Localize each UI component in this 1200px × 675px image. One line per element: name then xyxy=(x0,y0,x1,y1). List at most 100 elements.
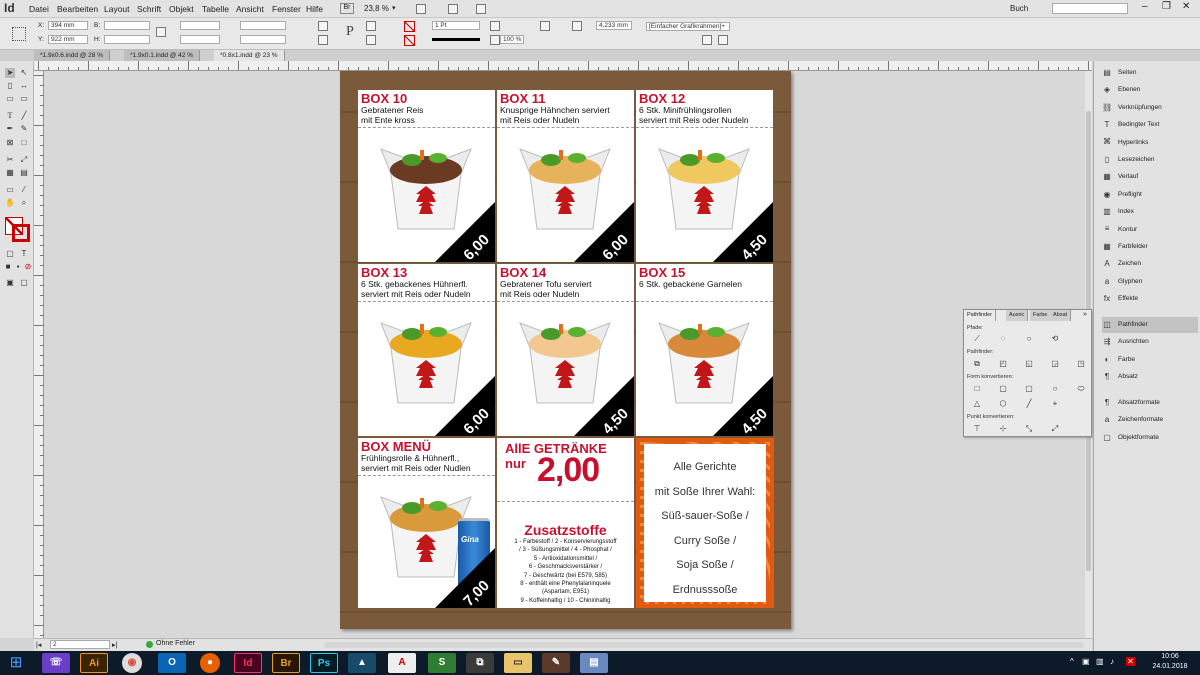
select-content-icon[interactable] xyxy=(366,35,376,45)
rectangle-frame-tool-icon[interactable]: ⊠ xyxy=(5,138,15,148)
menu-schrift[interactable]: Schrift xyxy=(137,4,161,14)
rectangle-tool-icon[interactable]: □ xyxy=(19,138,29,148)
panel-pathfinder[interactable]: ◫ Pathfinder xyxy=(1102,317,1198,333)
stroke-none-icon[interactable] xyxy=(404,35,415,46)
selection-tool-icon[interactable]: ➤ xyxy=(5,68,15,78)
panel-glyphen[interactable]: a Glyphen xyxy=(1102,274,1198,290)
direct-selection-tool-icon[interactable]: ↖ xyxy=(19,68,29,78)
panel-effekte[interactable]: fx Effekte xyxy=(1102,291,1198,307)
screen-mode-icon[interactable] xyxy=(448,4,458,14)
convert-orthogonal-line-icon[interactable]: + xyxy=(1050,399,1060,408)
chevron-down-icon[interactable]: ▾ xyxy=(392,4,396,12)
clock-date[interactable]: 24.01.2018 xyxy=(1146,663,1194,670)
panel-ebenen[interactable]: ◈ Ebenen xyxy=(1102,82,1198,98)
bridge-icon[interactable]: Br xyxy=(340,3,354,14)
y-field[interactable]: 922 mm xyxy=(48,35,88,44)
page-tool-icon[interactable]: ▯ xyxy=(5,81,15,91)
effects-icon[interactable] xyxy=(490,35,500,45)
convert-rectangle-icon[interactable]: □ xyxy=(972,384,982,393)
note-tool-icon[interactable]: ▭ xyxy=(5,185,15,195)
notepad-icon[interactable]: ▤ xyxy=(580,653,608,673)
panel-kontur[interactable]: ≡ Kontur xyxy=(1102,222,1198,238)
menu-box-card[interactable]: BOX 11 Knusprige Hähnchen serviert mit Rei… xyxy=(497,90,634,264)
panel-farbe[interactable]: ◐ Farbe xyxy=(1102,352,1198,368)
x-field[interactable]: 394 mm xyxy=(48,21,88,30)
height-field[interactable] xyxy=(104,35,150,44)
stroke-weight-field[interactable]: 1 Pt xyxy=(432,21,480,30)
vertical-ruler[interactable] xyxy=(34,71,44,638)
text-wrap-icon[interactable] xyxy=(490,21,500,31)
opacity-field[interactable]: 100 % xyxy=(500,35,524,44)
eyedropper-tool-icon[interactable]: ⁄ xyxy=(19,185,29,195)
illustrator-icon[interactable]: Ai xyxy=(80,653,108,673)
close-path-icon[interactable]: ○ xyxy=(1024,334,1034,343)
network-app-icon[interactable]: ⧉ xyxy=(466,653,494,673)
sauces-cell[interactable]: Alle Gerichte mit Soße Ihrer Wahl: Süß-sau… xyxy=(636,438,774,608)
panel-zeichen[interactable]: A Zeichen xyxy=(1102,256,1198,272)
corner-size-field[interactable]: 4,233 mm xyxy=(596,21,632,30)
bridge-taskbar-icon[interactable]: Br xyxy=(272,653,300,673)
menu-box-card[interactable]: BOX MENÜ Frühlingsrolle & Hühnerfl., servi… xyxy=(358,438,495,610)
chrome-icon[interactable]: ◉ xyxy=(122,653,142,673)
convert-beveled-rect-icon[interactable]: ▢ xyxy=(1024,384,1034,393)
menu-box-card[interactable]: BOX 15 6 Stk. gebackene Garnelen 4,50 xyxy=(636,264,773,438)
panel-seiten[interactable]: ▤ Seiten xyxy=(1102,65,1198,81)
panel-hyperlinks[interactable]: ⌘ Hyperlinks xyxy=(1102,135,1198,151)
menu-layout[interactable]: Layout xyxy=(104,4,130,14)
spreadsheet-icon[interactable]: S xyxy=(428,653,456,673)
menu-box-card[interactable]: BOX 12 6 Stk. Minifrühlingsrollen serviert… xyxy=(636,90,773,264)
auto-fit-icon[interactable] xyxy=(572,21,582,31)
scale-x-field[interactable] xyxy=(180,21,220,30)
menu-objekt[interactable]: Objekt xyxy=(169,4,194,14)
workspace-switcher[interactable]: Buch xyxy=(1010,4,1028,13)
panel-preflight[interactable]: ◉ Preflight xyxy=(1102,187,1198,203)
windows-start-icon[interactable]: ⊞ xyxy=(6,654,26,672)
zoom-level[interactable]: 23,8 % xyxy=(364,4,389,13)
join-path-icon[interactable]: ⟋ xyxy=(972,334,982,343)
file-explorer-icon[interactable]: ▭ xyxy=(504,653,532,673)
formatting-text-icon[interactable]: T xyxy=(19,249,29,259)
convert-polygon-icon[interactable]: ⬡ xyxy=(998,399,1008,408)
apply-color-icon[interactable]: ■ xyxy=(3,262,13,272)
stroke-type-swatch[interactable] xyxy=(432,38,480,41)
content-collector-icon[interactable]: ▭ xyxy=(5,94,15,104)
add-shape-icon[interactable]: ⧉ xyxy=(972,359,982,368)
constrain-proportions-icon[interactable] xyxy=(156,27,166,37)
panel-objektformate[interactable]: ▢ Objektformate xyxy=(1102,430,1198,446)
panel-index[interactable]: ▥ Index xyxy=(1102,204,1198,220)
menu-fenster[interactable]: Fenster xyxy=(272,4,301,14)
convert-triangle-icon[interactable]: △ xyxy=(972,399,982,408)
menu-box-card[interactable]: BOX 14 Gebratener Tofu serviert mit Reis o… xyxy=(497,264,634,438)
view-options-icon[interactable] xyxy=(416,4,426,14)
next-page-icon[interactable]: ▸| xyxy=(112,641,117,649)
tab-document-2[interactable]: *1.9x0.1.indd @ 42 % xyxy=(124,50,200,61)
menu-bearbeiten[interactable]: Bearbeiten xyxy=(57,4,98,14)
minimize-icon[interactable]: – xyxy=(1142,1,1148,12)
notification-icon[interactable]: ✕ xyxy=(1126,657,1135,666)
flip-p-icon[interactable]: P xyxy=(346,24,354,40)
tab-farbe[interactable]: Farbe xyxy=(1030,310,1052,321)
panel-lesezeichen[interactable]: ▯ Lesezeichen xyxy=(1102,152,1198,168)
open-path-icon[interactable]: ◌ xyxy=(998,334,1008,343)
indesign-taskbar-icon[interactable]: Id xyxy=(234,653,262,673)
gradient-feather-tool-icon[interactable]: ▤ xyxy=(19,168,29,178)
rotate-cw-icon[interactable] xyxy=(318,21,328,31)
exclude-overlap-icon[interactable]: ◲ xyxy=(1050,359,1060,368)
flyer-page[interactable]: BOX 10 Gebratener Reis mit Ente kross 6,00 B… xyxy=(340,71,791,629)
menu-tabelle[interactable]: Tabelle xyxy=(202,4,229,14)
menu-datei[interactable]: Datei xyxy=(29,4,49,14)
panel-absatz[interactable]: ¶ Absatz xyxy=(1102,369,1198,385)
panel-absatzformate[interactable]: ¶ Absatzformate xyxy=(1102,395,1198,411)
photoshop-icon[interactable]: Ps xyxy=(310,653,338,673)
panel-farbfelder[interactable]: ▦ Farbfelder xyxy=(1102,239,1198,255)
panel-collapse-icon[interactable]: » xyxy=(1083,311,1087,318)
type-tool-icon[interactable]: T xyxy=(5,111,15,121)
corner-point-icon[interactable]: ⊹ xyxy=(998,424,1008,433)
network-icon[interactable]: ▥ xyxy=(1096,657,1104,666)
first-page-icon[interactable]: |◂ xyxy=(36,641,41,649)
search-input[interactable] xyxy=(1052,3,1128,14)
zoom-tool-icon[interactable]: ⌕ xyxy=(19,198,29,208)
panel-verlauf[interactable]: ▦ Verlauf xyxy=(1102,169,1198,185)
fit-content-icon[interactable] xyxy=(540,21,550,31)
menu-box-card[interactable]: BOX 13 6 Stk. gebackenes Hühnerfl. servier… xyxy=(358,264,495,438)
